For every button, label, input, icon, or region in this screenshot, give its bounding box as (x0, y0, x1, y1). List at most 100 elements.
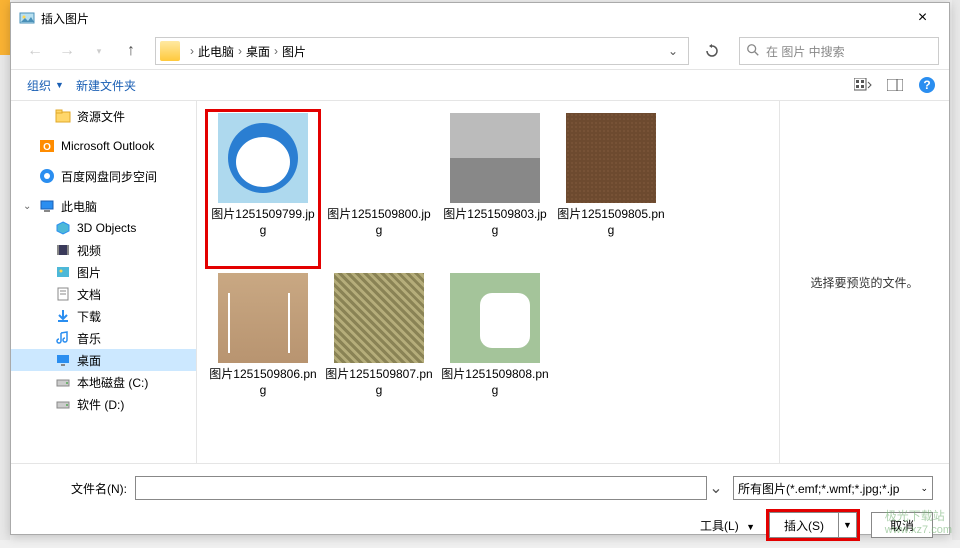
sidebar-item-label: 下载 (77, 308, 101, 325)
new-folder-button[interactable]: 新建文件夹 (70, 73, 142, 98)
close-button[interactable]: × (900, 3, 945, 33)
file-item[interactable]: 图片1251509803.jpg (437, 109, 553, 269)
sidebar-item-label: Microsoft Outlook (61, 139, 154, 153)
sidebar-item-label: 视频 (77, 242, 101, 259)
breadcrumb-item[interactable]: 桌面 (246, 43, 270, 60)
breadcrumb[interactable]: › 此电脑 › 桌面 › 图片 ⌄ (155, 37, 689, 65)
file-name: 图片1251509808.png (441, 367, 549, 398)
file-thumbnail (218, 273, 308, 363)
bottom-panel: 文件名(N): ⌄ 所有图片(*.emf;*.wmf;*.jpg;*.jp ⌄ … (11, 463, 949, 548)
file-name: 图片1251509807.png (325, 367, 433, 398)
forward-button[interactable]: → (53, 37, 81, 65)
dialog-icon (19, 10, 35, 26)
breadcrumb-item[interactable]: 此电脑 (198, 43, 234, 60)
file-item[interactable]: 图片1251509806.png (205, 269, 321, 429)
file-grid: 图片1251509799.jpg 图片1251509800.jpg 图片125150… (197, 101, 779, 463)
file-thumbnail (450, 273, 540, 363)
sidebar-item-drive[interactable]: 软件 (D:) (11, 393, 196, 415)
preview-pane-button[interactable] (883, 73, 907, 97)
sidebar-item-baidu[interactable]: 百度网盘同步空间 (11, 165, 196, 187)
docs-icon (55, 286, 71, 302)
sidebar-item-label: 本地磁盘 (C:) (77, 374, 148, 391)
sidebar-item-music[interactable]: 音乐 (11, 327, 196, 349)
sidebar-item-label: 软件 (D:) (77, 396, 124, 413)
file-name: 图片1251509803.jpg (441, 207, 549, 238)
file-item[interactable]: 图片1251509807.png (321, 269, 437, 429)
refresh-button[interactable] (699, 38, 725, 64)
insert-button[interactable]: 插入(S) (770, 513, 838, 537)
file-name: 图片1251509799.jpg (209, 207, 317, 238)
search-input[interactable]: 在 图片 中搜索 (739, 37, 939, 65)
baidu-icon (39, 168, 55, 184)
recent-dropdown[interactable]: ▾ (85, 37, 113, 65)
file-name: 图片1251509806.png (209, 367, 317, 398)
chevron-down-icon: ⌄ (920, 483, 928, 494)
sidebar-item-pics[interactable]: 图片 (11, 261, 196, 283)
breadcrumb-trail: 此电脑 › 桌面 › 图片 (198, 43, 662, 60)
svg-text:O: O (43, 142, 51, 153)
breadcrumb-dropdown[interactable]: ⌄ (662, 44, 684, 58)
main-area: 图片1251509799.jpg 图片1251509800.jpg 图片125150… (197, 101, 949, 463)
3d-icon (55, 220, 71, 236)
file-item[interactable]: 图片1251509808.png (437, 269, 553, 429)
cancel-button[interactable]: 取消 (871, 512, 933, 538)
sidebar-item-label: 音乐 (77, 330, 101, 347)
titlebar: 插入图片 × (11, 3, 949, 33)
filename-dropdown[interactable]: ⌄ (707, 478, 725, 498)
insert-dropdown[interactable]: ▼ (838, 513, 856, 537)
up-button[interactable]: ↑ (117, 37, 145, 65)
sidebar-item-folder[interactable]: 资源文件 (11, 105, 196, 127)
sidebar-item-outlook[interactable]: O Microsoft Outlook (11, 135, 196, 157)
file-thumbnail (334, 273, 424, 363)
sidebar-item-download[interactable]: 下载 (11, 305, 196, 327)
sidebar-item-docs[interactable]: 文档 (11, 283, 196, 305)
sidebar-item-label: 文档 (77, 286, 101, 303)
sidebar-item-label: 3D Objects (77, 221, 136, 235)
outlook-icon: O (39, 138, 55, 154)
sidebar-item-pc[interactable]: ⌄此电脑 (11, 195, 196, 217)
file-thumbnail (450, 113, 540, 203)
help-button[interactable]: ? (915, 73, 939, 97)
app-ribbon-background (0, 0, 10, 540)
music-icon (55, 330, 71, 346)
filename-input[interactable] (135, 476, 707, 500)
file-item[interactable]: 图片1251509800.jpg (321, 109, 437, 269)
sidebar-item-3d[interactable]: 3D Objects (11, 217, 196, 239)
video-icon (55, 242, 71, 258)
search-icon (746, 43, 760, 60)
back-button[interactable]: ← (21, 37, 49, 65)
preview-pane: 选择要预览的文件。 (779, 101, 949, 463)
sidebar-item-desktop[interactable]: 桌面 (11, 349, 196, 371)
tools-button[interactable]: 工具(L) ▼ (700, 517, 755, 534)
sidebar-item-video[interactable]: 视频 (11, 239, 196, 261)
file-thumbnail (218, 113, 308, 203)
filename-row: 文件名(N): ⌄ 所有图片(*.emf;*.wmf;*.jpg;*.jp ⌄ (27, 476, 933, 500)
file-item[interactable]: 图片1251509805.png (553, 109, 669, 269)
filetype-combo[interactable]: 所有图片(*.emf;*.wmf;*.jpg;*.jp ⌄ (733, 476, 933, 500)
preview-placeholder: 选择要预览的文件。 (810, 274, 918, 291)
insert-picture-dialog: 插入图片 × ← → ▾ ↑ › 此电脑 › 桌面 › 图片 ⌄ 在 图片 中 (10, 2, 950, 535)
folder-icon (160, 41, 180, 61)
drive-icon (55, 374, 71, 390)
filename-label: 文件名(N): (27, 480, 127, 497)
view-options-button[interactable] (851, 73, 875, 97)
sidebar-item-drive[interactable]: 本地磁盘 (C:) (11, 371, 196, 393)
sidebar-item-label: 此电脑 (61, 198, 97, 215)
desktop-icon (55, 352, 71, 368)
toolbar: 组织 ▼ 新建文件夹 ? (11, 69, 949, 101)
pics-icon (55, 264, 71, 280)
folder-icon (55, 108, 71, 124)
download-icon (55, 308, 71, 324)
dialog-title: 插入图片 (41, 10, 900, 27)
search-placeholder: 在 图片 中搜索 (766, 43, 845, 60)
breadcrumb-item[interactable]: 图片 (282, 43, 306, 60)
file-item[interactable]: 图片1251509799.jpg (205, 109, 321, 269)
drive-icon (55, 396, 71, 412)
file-thumbnail (334, 113, 424, 203)
file-name: 图片1251509805.png (557, 207, 665, 238)
organize-button[interactable]: 组织 ▼ (21, 73, 70, 98)
button-row: 工具(L) ▼ 插入(S) ▼ 取消 (27, 512, 933, 538)
chevron-down-icon: ▼ (746, 522, 755, 532)
file-name: 图片1251509800.jpg (325, 207, 433, 238)
sidebar-item-label: 桌面 (77, 352, 101, 369)
